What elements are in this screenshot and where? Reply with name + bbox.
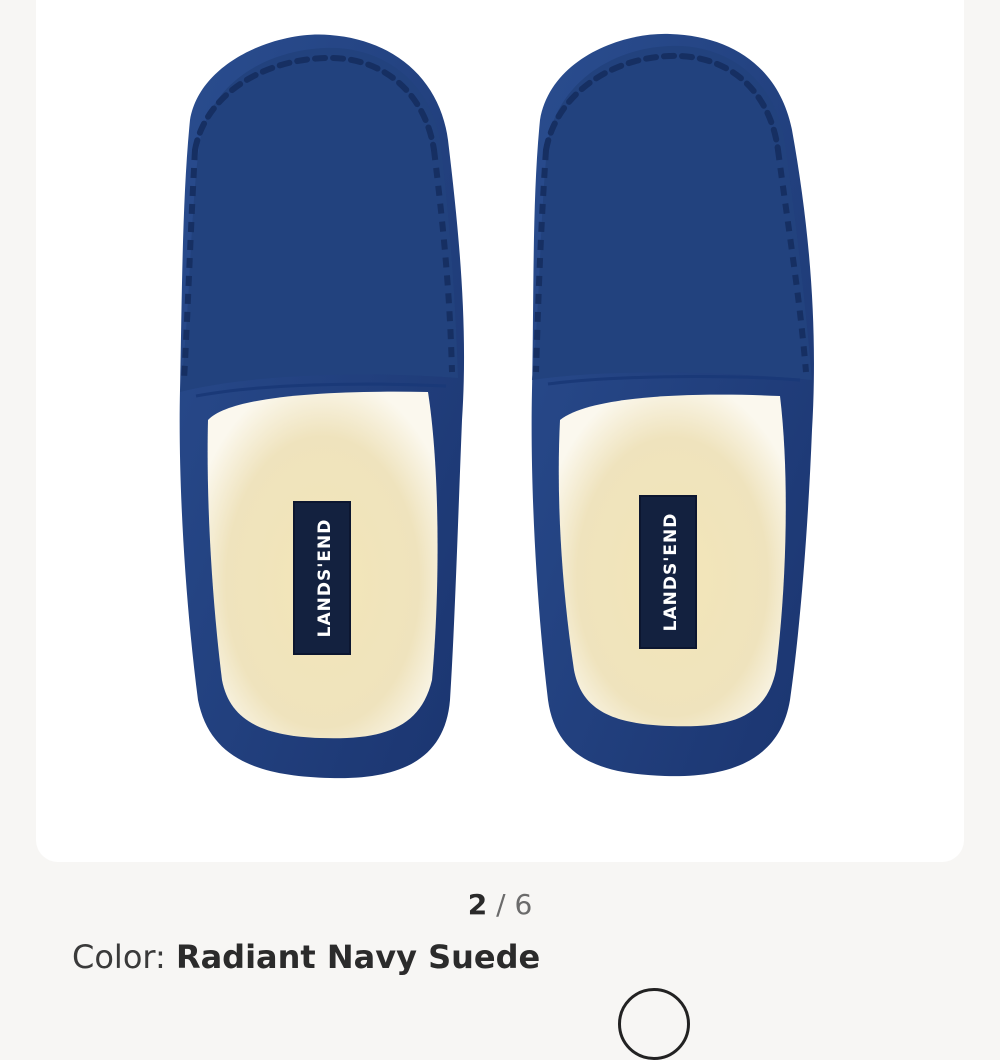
product-image[interactable]: LANDS'END LANDS'END <box>36 0 964 862</box>
left-slipper: LANDS'END <box>179 34 465 779</box>
right-brand-label: LANDS'END <box>639 495 697 649</box>
selected-color: Color: Radiant Navy Suede <box>72 938 540 976</box>
svg-text:LANDS'END: LANDS'END <box>661 513 681 632</box>
svg-text:LANDS'END: LANDS'END <box>315 519 335 638</box>
slippers-illustration: LANDS'END LANDS'END <box>179 33 814 779</box>
image-pager: 2 / 6 <box>0 888 1000 921</box>
pager-total: 6 <box>514 888 533 921</box>
color-swatch[interactable] <box>618 988 690 1060</box>
color-value: Radiant Navy Suede <box>175 938 541 976</box>
pager-separator: / <box>496 888 506 921</box>
left-brand-label: LANDS'END <box>293 501 351 655</box>
color-label: Color: <box>72 938 166 976</box>
right-slipper: LANDS'END <box>531 33 814 777</box>
pager-current: 2 <box>467 888 488 921</box>
